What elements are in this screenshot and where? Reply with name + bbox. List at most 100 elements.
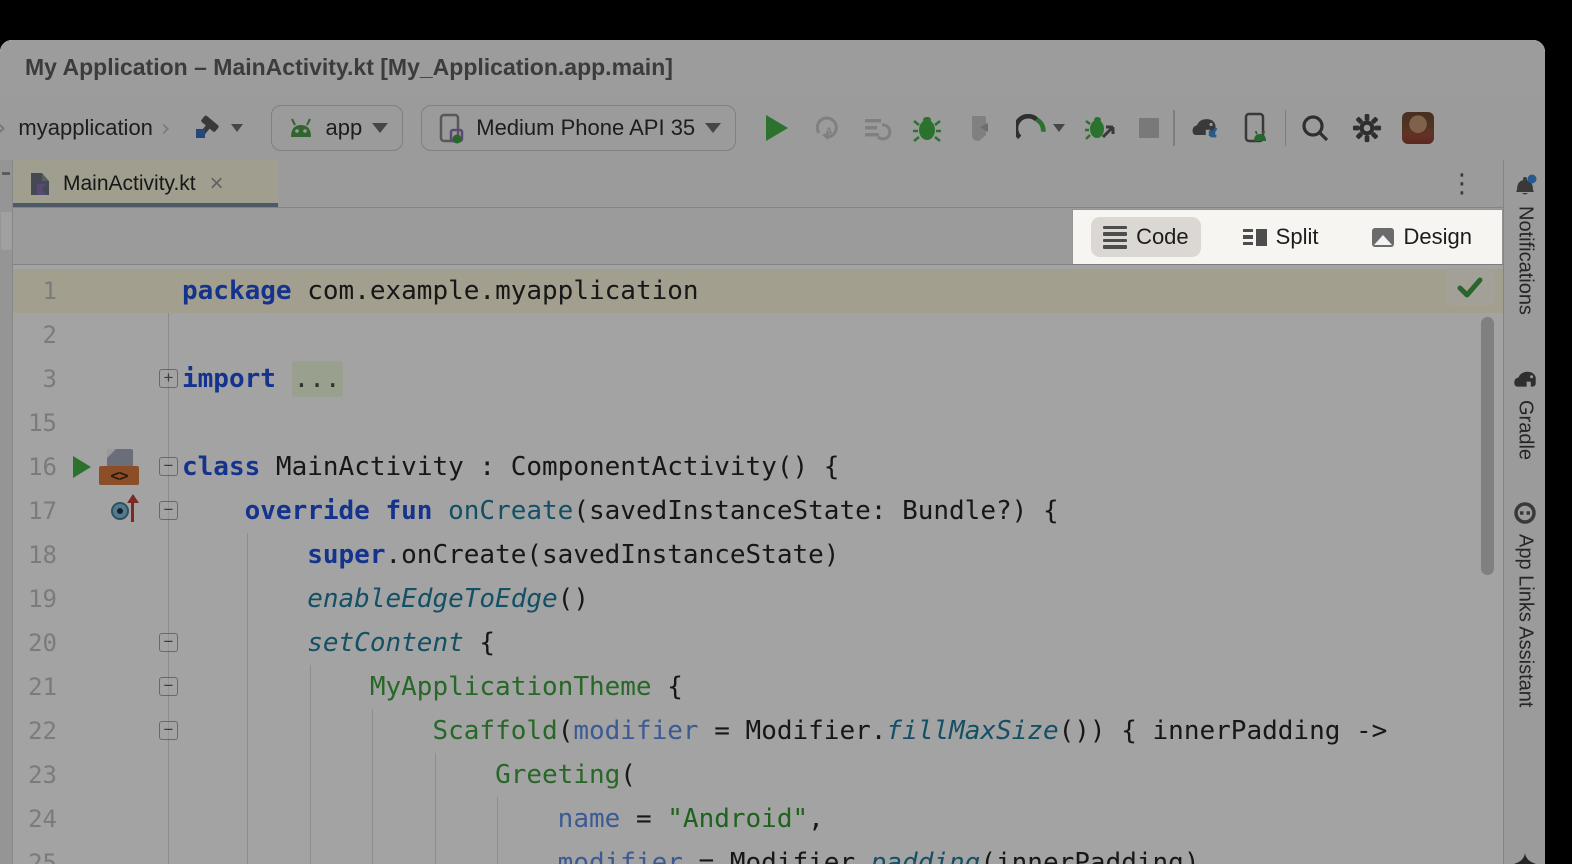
toolbar-divider <box>1285 110 1287 146</box>
indent-guide <box>497 797 498 864</box>
code-line-24[interactable]: 24name = "Android", <box>13 797 1503 841</box>
code-line-18[interactable]: 18super.onCreate(savedInstanceState) <box>13 533 1503 577</box>
device-phone-icon <box>436 113 466 143</box>
line-number: 22 <box>13 709 57 753</box>
inspections-widget[interactable] <box>1445 268 1495 306</box>
android-studio-window: My Application – MainActivity.kt [My_App… <box>0 40 1545 864</box>
tab-close-icon[interactable]: × <box>210 170 224 198</box>
line-number: 16 <box>13 445 57 489</box>
code-text: setContent { <box>182 621 495 665</box>
screenshot-root: { "window": { "title": "My Application –… <box>0 0 1572 864</box>
stop-button-icon <box>1139 118 1159 138</box>
tool-window-gemini[interactable] <box>1504 852 1545 864</box>
android-module-icon <box>286 113 316 143</box>
title-bar: My Application – MainActivity.kt [My_App… <box>0 40 1545 95</box>
build-button[interactable] <box>193 113 243 143</box>
code-text: Scaffold(modifier = Modifier.fillMaxSize… <box>182 709 1387 753</box>
line-number: 18 <box>13 533 57 577</box>
app-links-icon <box>1512 500 1538 526</box>
tool-window-gradle[interactable]: Gradle <box>1504 368 1545 460</box>
view-mode-code[interactable]: Code <box>1091 217 1201 257</box>
gradle-sync-icon[interactable] <box>1189 113 1219 143</box>
tool-window-app-links[interactable]: App Links Assistant <box>1504 500 1545 707</box>
tool-window-notifications[interactable]: Notifications <box>1504 172 1545 315</box>
code-view-icon <box>1103 226 1127 249</box>
code-text: package com.example.myapplication <box>182 269 699 313</box>
code-line-22[interactable]: 22 −Scaffold(modifier = Modifier.fillMaxS… <box>13 709 1503 753</box>
device-manager-icon[interactable] <box>1241 113 1271 143</box>
indent-guide <box>435 753 436 864</box>
indent-guide <box>247 533 248 864</box>
window-title: My Application – MainActivity.kt [My_App… <box>25 40 673 95</box>
fold-collapse-icon[interactable]: − <box>159 457 178 476</box>
fold-collapse-icon[interactable]: − <box>159 677 178 696</box>
code-editor[interactable]: 1package com.example.myapplication23+imp… <box>13 265 1503 864</box>
toolbar-divider <box>1173 110 1175 146</box>
code-line-25[interactable]: 25modifier = Modifier.padding(innerPaddi… <box>13 841 1503 864</box>
indent-guide <box>372 709 373 864</box>
line-number: 3 <box>13 357 57 401</box>
debug-button-icon[interactable] <box>912 113 942 143</box>
breadcrumb-separator-icon: › <box>161 114 171 142</box>
notifications-bell-icon <box>1512 172 1538 198</box>
fold-collapse-icon[interactable]: − <box>159 721 178 740</box>
editor-scrollbar-thumb[interactable] <box>1481 317 1494 575</box>
device-select[interactable]: Medium Phone API 35 <box>421 105 736 151</box>
code-line-1[interactable]: 1package com.example.myapplication <box>13 269 1503 313</box>
editor-view-switcher: Code Split Design <box>1073 210 1502 264</box>
tab-label: MainActivity.kt <box>63 172 196 196</box>
run-class-gutter-icon[interactable] <box>73 456 91 478</box>
design-view-label: Design <box>1403 224 1471 250</box>
gradle-elephant-icon <box>1511 368 1539 392</box>
gradle-label: Gradle <box>1514 400 1537 460</box>
split-view-icon <box>1243 229 1267 246</box>
attach-debugger-icon[interactable] <box>1085 113 1115 143</box>
line-number: 23 <box>13 753 57 797</box>
code-text: override fun onCreate(savedInstanceState… <box>182 489 1059 533</box>
line-number: 17 <box>13 489 57 533</box>
breadcrumb[interactable]: myapplication <box>18 115 153 141</box>
editor-tab-bar: MainActivity.kt × ⋮ <box>13 160 1503 208</box>
search-everywhere-icon[interactable] <box>1300 113 1330 143</box>
code-line-3[interactable]: 3+import ... <box>13 357 1503 401</box>
code-text: enableEdgeToEdge() <box>182 577 589 621</box>
code-line-16[interactable]: 16<>−class MainActivity : ComponentActiv… <box>13 445 1503 489</box>
left-tool-window-stripe[interactable] <box>0 160 13 864</box>
code-line-15[interactable]: 15 <box>13 401 1503 445</box>
build-hammer-icon <box>193 113 223 143</box>
no-problems-check-icon <box>1457 276 1483 298</box>
code-line-21[interactable]: 21−MyApplicationTheme { <box>13 665 1503 709</box>
tab-mainactivity[interactable]: MainActivity.kt × <box>13 160 278 207</box>
fold-collapse-icon[interactable]: − <box>159 501 178 520</box>
settings-gear-icon[interactable] <box>1352 113 1382 143</box>
view-mode-design[interactable]: Design <box>1360 217 1483 257</box>
code-line-2[interactable]: 2 <box>13 313 1503 357</box>
split-view-label: Split <box>1276 224 1319 250</box>
code-line-23[interactable]: 23Greeting( <box>13 753 1503 797</box>
code-line-19[interactable]: 19 enableEdgeToEdge() <box>13 577 1503 621</box>
build-dropdown-icon[interactable] <box>231 124 243 132</box>
editor-options-kebab-icon[interactable]: ⋮ <box>1449 166 1475 202</box>
line-number: 15 <box>13 401 57 445</box>
run-configuration-select[interactable]: app <box>271 105 404 151</box>
run-button[interactable] <box>766 115 788 141</box>
view-mode-split[interactable]: Split <box>1231 217 1331 257</box>
app-links-label: App Links Assistant <box>1514 534 1537 707</box>
overrides-method-gutter-icon[interactable] <box>111 496 145 526</box>
fold-expand-icon[interactable]: + <box>159 369 178 388</box>
notifications-label: Notifications <box>1514 206 1537 315</box>
line-number: 19 <box>13 577 57 621</box>
code-line-17[interactable]: 17 −override fun onCreate(savedInstanceSt… <box>13 489 1503 533</box>
fold-collapse-icon[interactable]: − <box>159 633 178 652</box>
design-view-icon <box>1372 228 1394 247</box>
device-label: Medium Phone API 35 <box>476 115 695 141</box>
compose-activity-gutter-icon[interactable]: <> <box>99 449 139 485</box>
apply-code-changes-icon <box>862 113 892 143</box>
profiler-button[interactable] <box>1016 113 1065 143</box>
kotlin-file-icon <box>27 170 53 198</box>
code-text: modifier = Modifier.padding(innerPadding… <box>182 841 1199 864</box>
code-line-20[interactable]: 20−setContent { <box>13 621 1503 665</box>
device-dropdown-icon <box>705 123 721 133</box>
indent-guide <box>310 665 311 864</box>
user-avatar[interactable] <box>1402 112 1434 144</box>
